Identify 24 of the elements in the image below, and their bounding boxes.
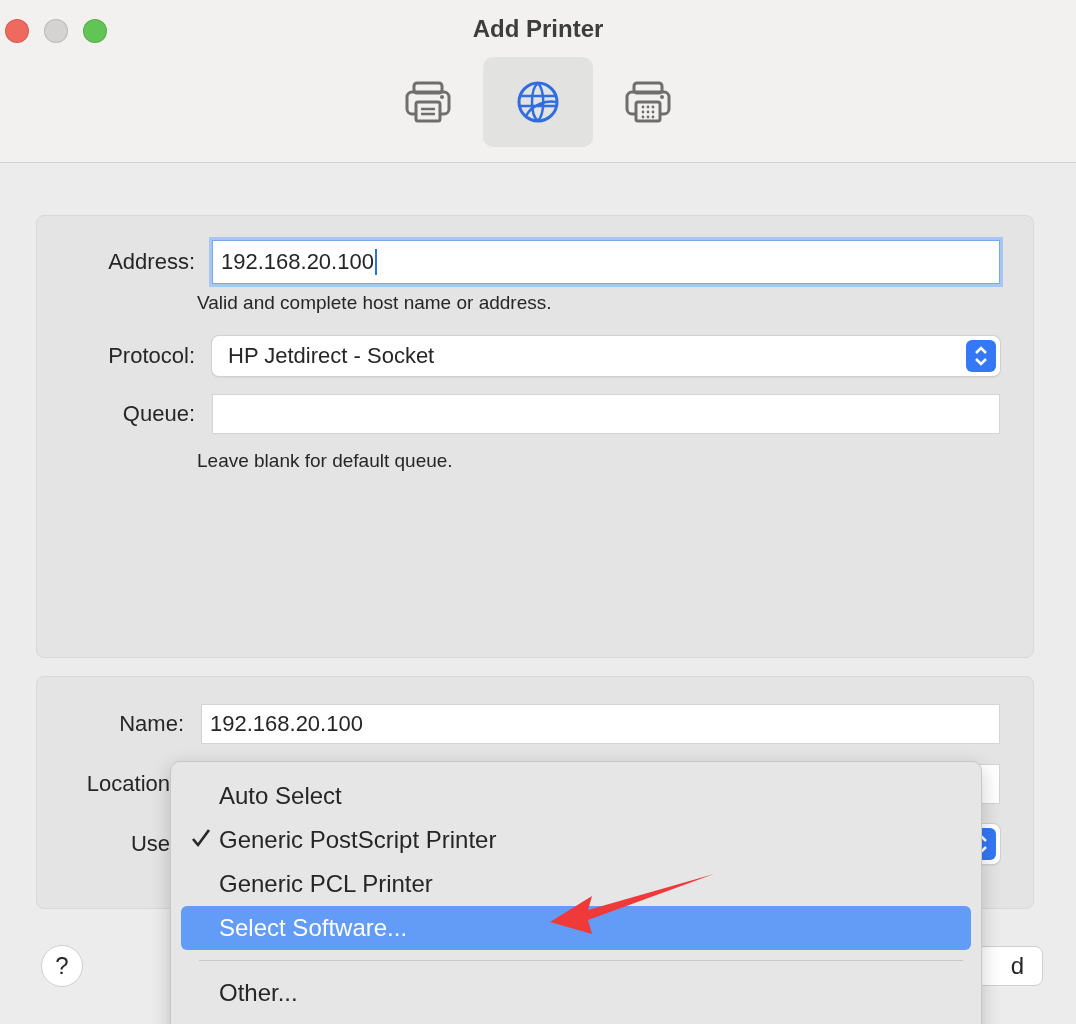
field-label: Name: xyxy=(118,711,184,737)
hint-text: Valid and complete host name or address. xyxy=(197,292,553,314)
close-button[interactable] xyxy=(5,19,29,43)
toolbar-tab[interactable] xyxy=(483,57,593,147)
field-label: Queue: xyxy=(121,400,195,427)
printer-icon xyxy=(624,80,672,124)
globe-icon xyxy=(516,80,560,124)
window-title: Add Printer xyxy=(472,15,604,43)
field-label: Use xyxy=(129,831,171,857)
popup-button[interactable]: HP Jetdirect - Socket xyxy=(212,335,1000,376)
stepper-icon xyxy=(966,339,996,372)
menu-item[interactable]: Auto Select xyxy=(181,774,971,818)
menu-item[interactable]: Generic PCL Printer xyxy=(181,862,971,906)
text-field[interactable]: 192.168.20.100 xyxy=(212,239,1000,284)
text-field[interactable] xyxy=(212,393,1000,434)
menu-item[interactable]: Generic PostScript Printer xyxy=(181,818,971,862)
help-button[interactable]: ? xyxy=(41,945,83,987)
field-label: Protocol: xyxy=(107,342,195,369)
field-label: Location xyxy=(85,771,171,797)
printer-icon xyxy=(404,80,452,124)
zoom-button[interactable] xyxy=(83,19,107,43)
hint-text: Leave blank for default queue. xyxy=(197,450,454,472)
text-field[interactable]: 192.168.20.100 xyxy=(201,704,1000,744)
field-label: Address: xyxy=(107,248,195,275)
